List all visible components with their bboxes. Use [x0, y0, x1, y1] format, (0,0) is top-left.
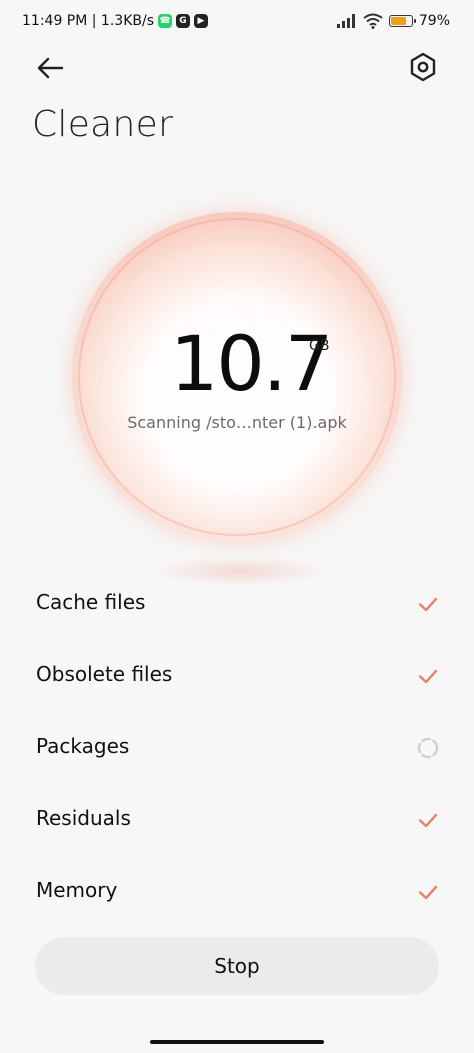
- battery-icon: [388, 15, 416, 27]
- media-app-icon: ▶: [194, 14, 208, 28]
- settings-button[interactable]: [406, 50, 440, 84]
- checkmark-icon: [418, 885, 438, 900]
- category-row-residuals[interactable]: Residuals: [0, 782, 474, 854]
- category-row-obsolete-files[interactable]: Obsolete files: [0, 638, 474, 710]
- status-time-speed: 11:49 PM | 1.3KB/s: [22, 13, 154, 29]
- whatsapp-icon: ☎: [158, 14, 172, 28]
- status-bar: 11:49 PM | 1.3KB/s ☎ G ▶ 79%: [0, 0, 474, 44]
- status-right: 79%: [336, 13, 450, 29]
- page-title: Cleaner: [32, 104, 174, 145]
- stop-button-label: Stop: [214, 954, 260, 978]
- junk-size-value: 10.7: [170, 319, 333, 408]
- battery-percent: 79%: [418, 13, 450, 29]
- category-label: Packages: [36, 734, 130, 758]
- home-indicator[interactable]: [150, 1040, 324, 1044]
- checkmark-icon: [418, 669, 438, 684]
- g-app-icon: G: [176, 14, 190, 28]
- category-row-cache-files[interactable]: Cache files: [0, 566, 474, 638]
- signal-icon: [336, 14, 355, 28]
- category-row-packages[interactable]: Packages: [0, 710, 474, 782]
- wifi-icon: [363, 13, 383, 29]
- category-label: Memory: [36, 878, 118, 902]
- back-button[interactable]: [34, 52, 66, 84]
- checkmark-icon: [418, 597, 438, 612]
- stop-button[interactable]: Stop: [35, 937, 439, 995]
- category-row-memory[interactable]: Memory: [0, 854, 474, 926]
- category-label: Residuals: [36, 806, 131, 830]
- status-left: 11:49 PM | 1.3KB/s ☎ G ▶: [22, 13, 208, 29]
- settings-hexagon-icon: [410, 52, 436, 82]
- loading-spinner-icon: [417, 737, 439, 759]
- category-label: Obsolete files: [36, 662, 173, 686]
- junk-size-unit: GB: [309, 338, 330, 354]
- arrow-left-icon: [37, 57, 64, 79]
- checkmark-icon: [418, 813, 438, 828]
- category-label: Cache files: [36, 590, 146, 614]
- scan-status-text: Scanning /sto…nter (1).apk: [127, 413, 347, 432]
